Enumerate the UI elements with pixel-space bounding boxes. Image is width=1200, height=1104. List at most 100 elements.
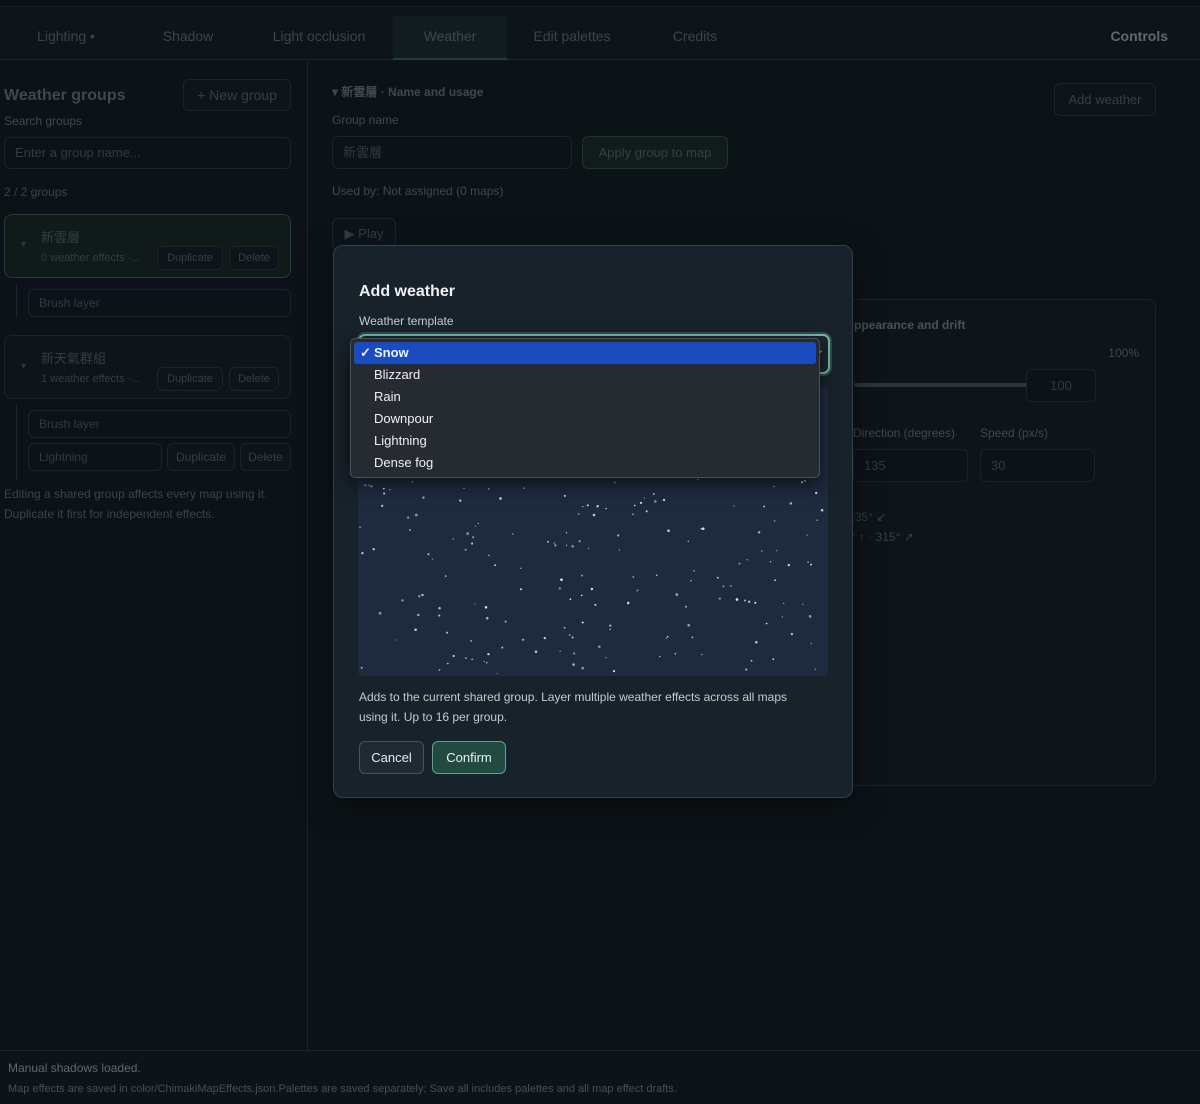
snow-flake — [633, 504, 636, 507]
snow-flake — [580, 594, 583, 597]
snow-flake — [466, 532, 470, 536]
snow-flake — [577, 513, 580, 515]
snow-flake — [592, 513, 596, 517]
snow-flake — [438, 614, 441, 617]
snow-flake — [596, 505, 599, 508]
snow-flake — [571, 636, 574, 639]
snow-flake — [431, 558, 434, 560]
snow-flake — [381, 504, 384, 508]
snow-flake — [697, 478, 699, 481]
snow-flake — [755, 640, 758, 644]
snow-flake — [401, 599, 404, 602]
snow-flake — [685, 605, 687, 608]
option-blizzard[interactable]: Blizzard — [354, 364, 816, 386]
snow-flake — [463, 487, 465, 489]
snow-flake — [414, 513, 418, 517]
snow-flake — [563, 494, 566, 497]
snow-flake — [496, 672, 498, 675]
snow-flake — [701, 653, 703, 656]
cancel-button[interactable]: Cancel — [359, 741, 424, 774]
snow-flake — [408, 529, 411, 531]
snow-flake — [572, 663, 575, 666]
snow-flake — [687, 540, 689, 542]
snow-flake — [414, 628, 417, 631]
snow-flake — [609, 624, 612, 627]
snow-flake — [662, 498, 666, 502]
add-weather-dialog: Add weather Weather template ⌄ Adds to t… — [333, 245, 853, 798]
snow-flake — [470, 639, 473, 642]
snow-flake — [810, 642, 812, 645]
option-lightning[interactable]: Lightning — [354, 430, 816, 452]
snow-flake — [605, 507, 607, 510]
snow-flake — [590, 587, 594, 591]
snow-flake — [587, 547, 590, 550]
snow-flake — [485, 661, 488, 664]
snow-flake — [368, 484, 370, 486]
snow-flake — [569, 598, 572, 601]
snow-flake — [422, 496, 425, 499]
snow-flake — [643, 497, 645, 499]
snow-flake — [773, 520, 776, 522]
snow-flake — [735, 598, 739, 601]
snow-flake — [523, 487, 525, 489]
snow-flake — [594, 603, 597, 606]
snow-flake — [565, 544, 568, 546]
snow-flake — [406, 516, 410, 519]
snow-flake — [487, 652, 490, 656]
snow-flake — [581, 621, 584, 624]
snow-flake — [474, 525, 477, 527]
snow-flake — [438, 607, 441, 610]
snow-flake — [493, 564, 497, 567]
snow-flake — [806, 534, 808, 536]
snow-flake — [581, 666, 585, 670]
snow-flake — [372, 548, 375, 551]
snow-flake — [701, 527, 705, 531]
snow-flake — [667, 529, 670, 533]
snow-flake — [411, 481, 414, 483]
snow-flake — [578, 540, 581, 543]
snow-flake — [571, 544, 574, 548]
snow-flake — [748, 600, 751, 603]
snow-flake — [560, 578, 563, 582]
snow-flake — [565, 532, 568, 534]
snow-flake — [378, 611, 382, 615]
snow-flake — [563, 626, 566, 629]
snow-flake — [605, 657, 607, 659]
snow-flake — [816, 519, 818, 521]
snow-flake — [632, 513, 634, 515]
snow-flake — [504, 620, 507, 623]
snow-flake — [534, 650, 538, 653]
snow-flake — [815, 491, 818, 495]
snow-flake — [553, 542, 556, 544]
snow-flake — [487, 488, 490, 490]
snow-flake — [465, 657, 467, 660]
snow-flake — [520, 567, 522, 569]
snow-flake — [820, 508, 824, 512]
snow-flake — [418, 595, 421, 598]
template-label: Weather template — [359, 314, 454, 328]
option-rain[interactable]: Rain — [354, 386, 816, 408]
snow-flake — [656, 574, 658, 577]
snow-flake — [470, 542, 474, 545]
snow-flake — [499, 497, 502, 500]
snow-flake — [772, 658, 775, 661]
snow-flake — [382, 487, 385, 490]
snow-flake — [612, 669, 616, 673]
option-downpour[interactable]: Downpour — [354, 408, 816, 430]
snow-flake — [800, 481, 804, 484]
snow-flake — [521, 638, 525, 641]
confirm-button[interactable]: Confirm — [432, 741, 506, 774]
snow-flake — [674, 653, 677, 655]
snow-flake — [543, 636, 546, 640]
snow-flake — [484, 606, 488, 609]
snow-flake — [773, 485, 775, 488]
snow-flake — [675, 593, 679, 596]
snow-flake — [488, 554, 490, 557]
snow-flake — [452, 654, 455, 658]
snow-flake — [782, 602, 785, 605]
snow-flake — [722, 585, 725, 587]
option-snow[interactable]: ✓ Snow — [354, 342, 816, 364]
snow-flake — [609, 628, 611, 631]
snow-flake — [639, 501, 643, 505]
option-dense-fog[interactable]: Dense fog — [354, 452, 816, 474]
